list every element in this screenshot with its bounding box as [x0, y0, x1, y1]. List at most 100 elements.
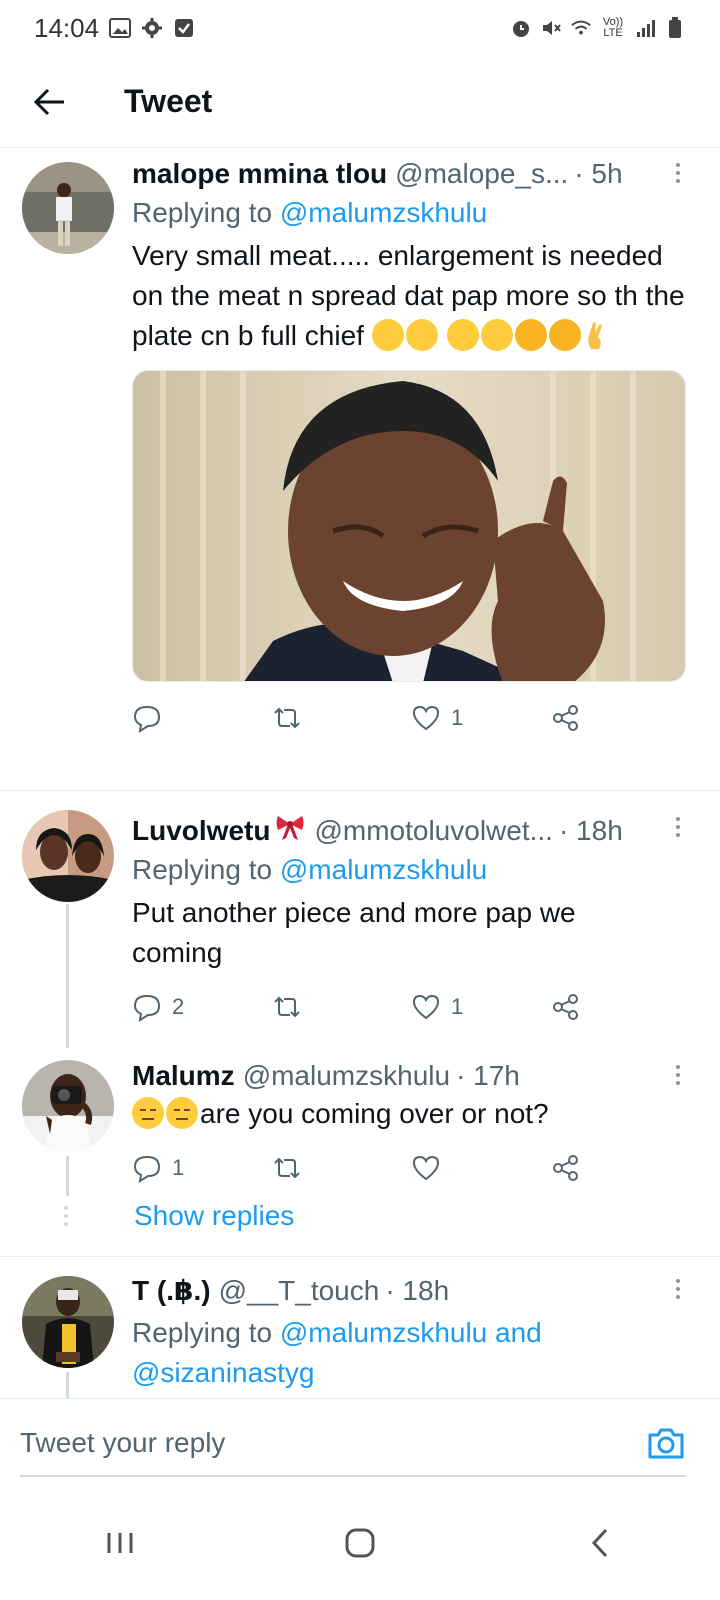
retweet-icon	[273, 996, 300, 1018]
user-handle[interactable]: @malumzskhulu	[243, 1060, 450, 1092]
page-title: Tweet	[124, 83, 213, 119]
retweet-button[interactable]	[272, 1153, 412, 1183]
more-options-button[interactable]	[666, 158, 690, 188]
reply-icon	[133, 994, 161, 1022]
reply-icon	[133, 1155, 161, 1183]
avatar[interactable]	[22, 1060, 114, 1152]
tweet-photo[interactable]	[132, 370, 686, 682]
user-handle[interactable]: @mmotoluvolwet...	[314, 815, 553, 847]
status-left: 14:04	[34, 13, 195, 44]
reply-button[interactable]: 1	[132, 1153, 272, 1183]
status-right: Vo)) LTE	[510, 17, 686, 39]
share-icon	[552, 994, 578, 1020]
tweet-text: Very small meat..... enlargement is need…	[132, 236, 690, 356]
retweet-icon	[273, 1157, 300, 1179]
like-button[interactable]: 1	[411, 992, 551, 1022]
timestamp: · 18h	[558, 815, 623, 846]
heart-icon	[412, 705, 440, 731]
mention-and: and	[495, 1317, 542, 1348]
battery-icon	[664, 17, 686, 39]
header: Tweet	[0, 56, 720, 148]
display-name[interactable]: Malumz	[132, 1060, 235, 1092]
tweet-meta: T (.฿.) @__T_touch · 18h	[132, 1274, 690, 1307]
divider	[0, 1256, 720, 1257]
share-button[interactable]	[551, 703, 691, 733]
retweet-button[interactable]	[272, 703, 412, 733]
replying-to: Replying to @malumzskhulu and @sizaninas…	[132, 1313, 690, 1393]
thread-dots	[64, 1206, 68, 1226]
face-with-tears-of-joy-icon	[371, 319, 404, 351]
reply-composer	[0, 1398, 720, 1486]
more-options-button[interactable]	[666, 1060, 690, 1090]
share-button[interactable]	[551, 1153, 691, 1183]
system-back-button[interactable]	[560, 1503, 640, 1583]
share-button[interactable]	[551, 992, 691, 1022]
checkbox-icon	[173, 17, 195, 39]
avatar[interactable]	[22, 810, 114, 902]
tweet-body: Luvolwetu @mmotoluvolwet... · 18h Replyi…	[132, 812, 690, 1027]
volte-icon: Vo)) LTE	[602, 16, 624, 39]
share-icon	[552, 705, 578, 731]
mention-link[interactable]: @malumzskhulu	[280, 854, 487, 885]
system-nav-bar	[0, 1486, 720, 1600]
status-time: 14:04	[34, 12, 100, 43]
tweet-text: Put another piece and more pap we coming	[132, 897, 576, 968]
ribbon-icon	[274, 812, 306, 847]
avatar[interactable]	[22, 162, 114, 254]
face-with-tears-of-joy-icon	[405, 319, 438, 351]
tweet-text-content: are you coming over or not?	[200, 1098, 549, 1129]
display-name[interactable]: T (.฿.)	[132, 1274, 211, 1307]
like-button[interactable]: 1	[411, 703, 551, 733]
reply-button[interactable]: 2	[132, 992, 272, 1022]
composer-underline	[20, 1475, 686, 1477]
status-bar: 14:04 Vo)) LTE	[0, 0, 720, 56]
like-count: 1	[451, 705, 464, 730]
tweet-meta: Luvolwetu @mmotoluvolwet... · 18h	[132, 812, 690, 847]
retweet-button[interactable]	[272, 992, 412, 1022]
recent-apps-icon	[107, 1533, 133, 1553]
back-button[interactable]	[20, 72, 80, 132]
arrow-left-icon	[33, 88, 64, 115]
tweet-body: malope mmina tlou @malope_s... · 5h Repl…	[132, 158, 690, 738]
heart-icon	[412, 994, 440, 1020]
more-options-button[interactable]	[666, 812, 690, 842]
alarm-icon	[510, 17, 532, 39]
user-handle[interactable]: @malope_s...	[395, 158, 568, 190]
more-options-button[interactable]	[666, 1274, 690, 1304]
wifi-icon	[570, 17, 592, 39]
replying-to: Replying to @malumzskhulu	[132, 196, 690, 230]
display-name[interactable]: Luvolwetu	[132, 815, 270, 847]
mention-link[interactable]: @sizaninastyg	[132, 1357, 315, 1388]
tweet-body: T (.฿.) @__T_touch · 18h Replying to @ma…	[132, 1274, 690, 1393]
crossed-fingers-icon	[583, 319, 609, 351]
like-button[interactable]	[411, 1153, 551, 1183]
camera-button[interactable]	[646, 1423, 686, 1463]
user-handle[interactable]: @__T_touch	[219, 1275, 380, 1307]
face-with-tears-of-joy-icon	[481, 319, 514, 351]
face-with-tears-of-joy-icon	[447, 319, 480, 351]
mute-icon	[540, 17, 562, 39]
timestamp: · 17h	[456, 1060, 520, 1091]
mention-link[interactable]: @malumzskhulu	[280, 197, 487, 228]
tweet-4[interactable]: T (.฿.) @__T_touch · 18h Replying to @ma…	[0, 1266, 720, 1398]
tweet-text: are you coming over or not?	[132, 1094, 690, 1134]
recent-apps-button[interactable]	[80, 1503, 160, 1583]
rolling-on-floor-laughing-icon	[510, 314, 552, 356]
home-button[interactable]	[320, 1503, 400, 1583]
tweet-body: Malumz @malumzskhulu · 17h are you comin…	[132, 1060, 690, 1188]
reply-icon	[133, 705, 161, 733]
avatar[interactable]	[22, 1276, 114, 1368]
reply-input[interactable]	[20, 1417, 620, 1469]
tweet-1[interactable]: malope mmina tlou @malope_s... · 5h Repl…	[0, 150, 720, 790]
tweet-3[interactable]: Malumz @malumzskhulu · 17h are you comin…	[0, 1050, 720, 1200]
display-name[interactable]: malope mmina tlou	[132, 158, 387, 190]
tweet-actions: 2 1	[132, 987, 690, 1027]
tweet-meta: Malumz @malumzskhulu · 17h	[132, 1060, 690, 1092]
replying-prefix: Replying to	[132, 1317, 273, 1348]
mention-link[interactable]: @malumzskhulu	[280, 1317, 487, 1348]
tweet-2[interactable]: Luvolwetu @mmotoluvolwet... · 18h Replyi…	[0, 800, 720, 1040]
back-icon	[591, 1528, 608, 1558]
reply-button[interactable]	[132, 703, 272, 733]
settings-gear-icon	[141, 17, 163, 39]
show-replies-link[interactable]: Show replies	[134, 1200, 294, 1232]
